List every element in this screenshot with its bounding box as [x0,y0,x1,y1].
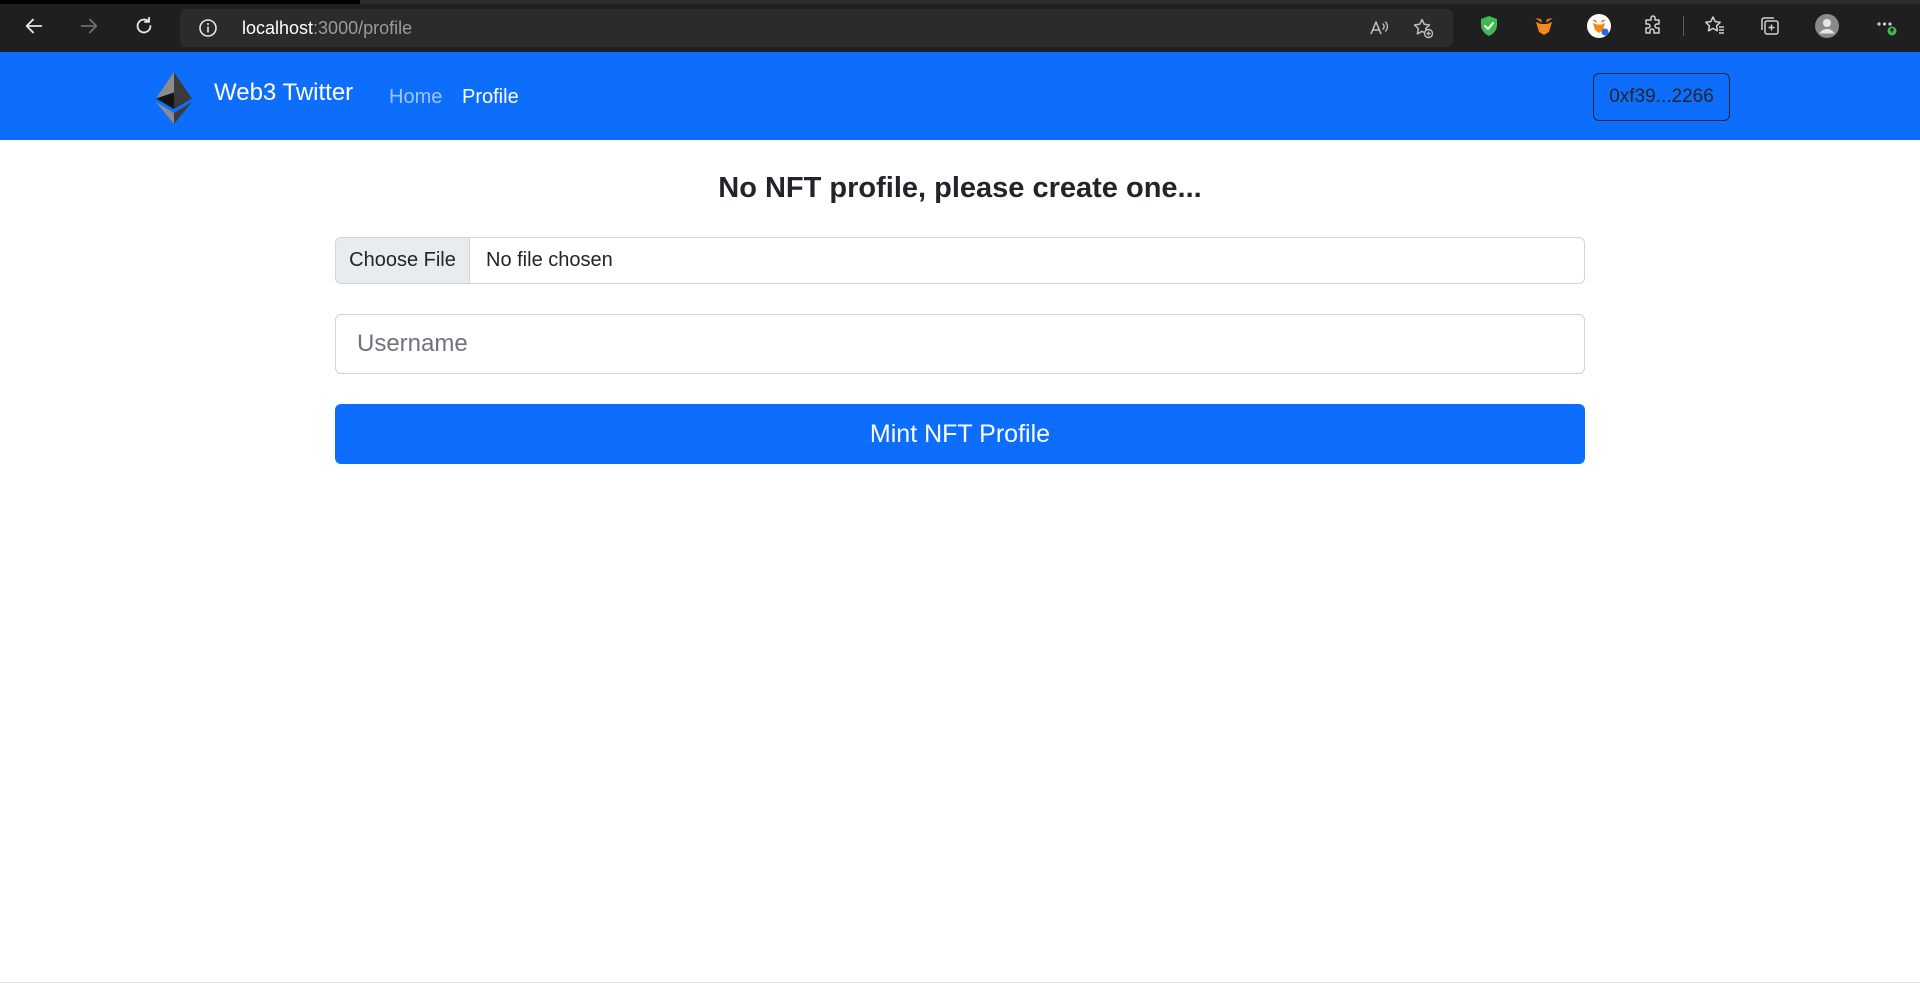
nav-link-home[interactable]: Home [389,86,442,109]
nav-link-profile[interactable]: Profile [462,86,519,109]
choose-file-button[interactable]: Choose File [336,238,470,283]
forward-icon[interactable] [71,8,107,44]
mint-nft-profile-button[interactable]: Mint NFT Profile [335,404,1585,464]
page-title: No NFT profile, please create one... [718,172,1202,204]
metamask-account-icon[interactable] [1585,12,1613,40]
toolbar-divider [1683,16,1684,36]
read-aloud-icon[interactable] [1368,17,1390,39]
ethereum-logo-icon[interactable] [156,72,192,124]
app-navbar: Web3 Twitter Home Profile 0xf39...2266 [0,52,1920,140]
add-favorite-icon[interactable] [1412,17,1434,39]
tab-strip [0,0,1920,4]
reload-icon[interactable] [126,8,162,44]
address-bar[interactable]: localhost:3000/profile [180,9,1453,47]
site-info-icon[interactable] [198,18,218,38]
url-text[interactable]: localhost:3000/profile [242,18,412,39]
collections-icon[interactable] [1756,12,1784,40]
metamask-icon[interactable] [1530,12,1558,40]
brand-name[interactable]: Web3 Twitter [214,79,353,107]
file-status-text: No file chosen [486,249,613,271]
more-icon[interactable] [1872,12,1900,40]
url-path: :3000/profile [313,18,413,38]
back-icon[interactable] [16,8,52,44]
page-bottom-border [0,982,1920,983]
profile-icon[interactable] [1813,12,1841,40]
wallet-address-button[interactable]: 0xf39...2266 [1593,73,1730,121]
browser-toolbar: localhost:3000/profile [0,0,1920,52]
profile-image-file-input[interactable]: Choose File No file chosen [335,237,1585,284]
shield-extension-icon[interactable] [1475,12,1503,40]
url-host: localhost [242,18,314,38]
username-input[interactable] [335,314,1585,374]
extensions-icon[interactable] [1640,12,1668,40]
favorites-icon[interactable] [1701,12,1729,40]
